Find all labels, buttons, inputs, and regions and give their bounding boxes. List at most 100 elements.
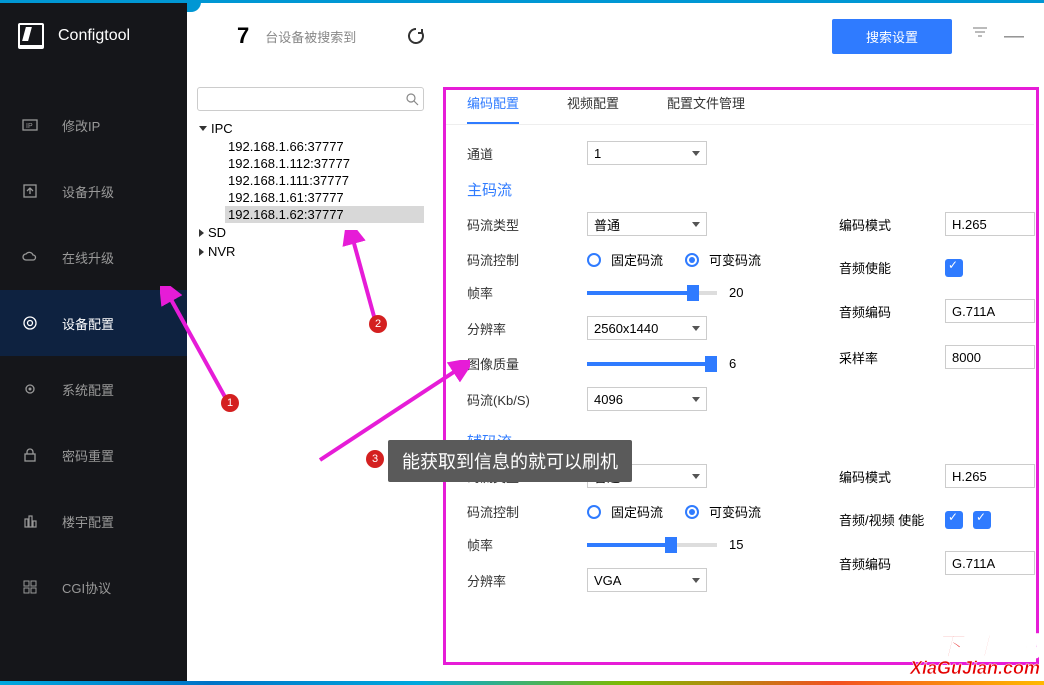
audio-enable-checkbox[interactable]: [945, 259, 963, 277]
nav-online-upgrade[interactable]: 在线升级: [0, 224, 187, 290]
channel-label: 通道: [467, 144, 587, 163]
lock-icon: [22, 447, 38, 463]
main-stream-title: 主码流: [467, 179, 1010, 200]
resolution-select[interactable]: 2560x1440: [587, 316, 707, 340]
refresh-button[interactable]: [406, 26, 426, 46]
tree-leaf[interactable]: 192.168.1.61:37777: [225, 189, 424, 206]
search-settings-button[interactable]: 搜索设置: [832, 19, 952, 54]
audio-enable-label: 音频使能: [839, 258, 945, 277]
fps-value: 20: [729, 285, 743, 300]
tree-search-input[interactable]: [202, 92, 405, 106]
watermark-line2: XiaGuJian.com: [910, 659, 1040, 677]
encode-mode-label: 编码模式: [839, 215, 945, 234]
minimize-icon[interactable]: —: [1004, 25, 1024, 48]
nav-label: 密码重置: [62, 446, 114, 465]
channel-select[interactable]: 1: [587, 141, 707, 165]
nav-label: 修改IP: [62, 116, 100, 135]
app-name: Configtool: [58, 27, 130, 45]
tree-node-ipc[interactable]: IPC: [197, 119, 424, 138]
config-panel: 编码配置 视频配置 配置文件管理 通道 1 主码流 码流类型 普通: [435, 73, 1044, 685]
channel-value: 1: [594, 146, 601, 161]
device-tree-panel: IPC 192.168.1.66:37777 192.168.1.112:377…: [187, 73, 435, 685]
device-count: 7: [237, 23, 249, 49]
nav-device-upgrade[interactable]: 设备升级: [0, 158, 187, 224]
topbar: 7 台设备被搜索到 搜索设置 —: [187, 0, 1044, 72]
nav-system-config[interactable]: 系统配置: [0, 356, 187, 422]
sub-av-checkbox-1[interactable]: [945, 511, 963, 529]
encode-mode-input[interactable]: H.265: [945, 212, 1035, 236]
sub-av-checkbox-2[interactable]: [973, 511, 991, 529]
sub-fixed-rate-radio[interactable]: [587, 505, 601, 519]
upgrade-icon: [22, 183, 38, 199]
tree-node-label: IPC: [211, 121, 233, 136]
gear-icon: [22, 381, 38, 397]
nav-label: CGI协议: [62, 578, 111, 597]
tree-leaf-selected[interactable]: 192.168.1.62:37777: [225, 206, 424, 223]
target-icon: [22, 315, 38, 331]
sub-resolution-select[interactable]: VGA: [587, 568, 707, 592]
variable-rate-radio[interactable]: [685, 253, 699, 267]
sub-variable-rate-radio[interactable]: [685, 505, 699, 519]
sidebar: Configtool IP 修改IP 设备升级 在线升级 设备配置: [0, 0, 187, 685]
chevron-right-icon: [199, 229, 204, 237]
device-tree: IPC 192.168.1.66:37777 192.168.1.112:377…: [197, 119, 424, 261]
resolution-label: 分辨率: [467, 319, 587, 338]
bitrate-select[interactable]: 4096: [587, 387, 707, 411]
audio-encode-label-sub: 音频编码: [839, 554, 945, 573]
tree-leaf[interactable]: 192.168.1.66:37777: [225, 138, 424, 155]
fps-slider[interactable]: [587, 291, 717, 295]
tree-node-sd[interactable]: SD: [197, 223, 424, 242]
nav-label: 系统配置: [62, 380, 114, 399]
annotation-badge-1: 1: [221, 394, 239, 412]
fixed-rate-radio[interactable]: [587, 253, 601, 267]
sample-rate-label: 采样率: [839, 348, 945, 367]
tree-search-box[interactable]: [197, 87, 424, 111]
sub-audio-encode-input[interactable]: G.711A: [945, 551, 1035, 575]
grid-icon: [22, 579, 38, 595]
nav-label: 设备配置: [62, 314, 114, 333]
chevron-down-icon: [199, 126, 207, 131]
fps-label-sub: 帧率: [467, 535, 587, 554]
device-count-label: 台设备被搜索到: [265, 27, 356, 46]
av-enable-label: 音频/视频 使能: [839, 510, 945, 529]
bitrate-control-label-sub: 码流控制: [467, 502, 587, 521]
building-icon: [22, 513, 38, 529]
tree-leaf[interactable]: 192.168.1.111:37777: [225, 172, 424, 189]
audio-encode-input[interactable]: G.711A: [945, 299, 1035, 323]
tree-node-nvr[interactable]: NVR: [197, 242, 424, 261]
stream-type-label: 码流类型: [467, 215, 587, 234]
quality-slider[interactable]: [587, 362, 717, 366]
stream-type-select[interactable]: 普通: [587, 212, 707, 236]
tree-leaf[interactable]: 192.168.1.112:37777: [225, 155, 424, 172]
sub-fps-value: 15: [729, 537, 743, 552]
quality-label: 图像质量: [467, 354, 587, 373]
content: IPC 192.168.1.66:37777 192.168.1.112:377…: [187, 72, 1044, 685]
annotation-badge-2: 2: [369, 315, 387, 333]
tab-video[interactable]: 视频配置: [567, 93, 619, 124]
nav-device-config[interactable]: 设备配置: [0, 290, 187, 356]
ip-icon: IP: [22, 117, 38, 133]
quality-value: 6: [729, 356, 736, 371]
watermark: 下固件网 XiaGuJian.com: [910, 633, 1040, 677]
watermark-line1: 下固件网: [910, 633, 1040, 659]
tree-node-label: SD: [208, 225, 226, 240]
audio-encode-label: 音频编码: [839, 302, 945, 321]
resolution-label-sub: 分辨率: [467, 571, 587, 590]
tree-node-label: NVR: [208, 244, 235, 259]
nav-password-reset[interactable]: 密码重置: [0, 422, 187, 488]
nav-cgi-protocol[interactable]: CGI协议: [0, 554, 187, 620]
nav-modify-ip[interactable]: IP 修改IP: [0, 92, 187, 158]
nav: IP 修改IP 设备升级 在线升级 设备配置 系统配置: [0, 92, 187, 620]
tab-encode[interactable]: 编码配置: [467, 93, 519, 124]
sample-rate-input[interactable]: 8000: [945, 345, 1035, 369]
sub-fps-slider[interactable]: [587, 543, 717, 547]
cloud-icon: [22, 249, 38, 265]
tab-profile[interactable]: 配置文件管理: [667, 93, 745, 124]
fps-label: 帧率: [467, 283, 587, 302]
dropdown-icon[interactable]: [972, 27, 988, 46]
logo: Configtool: [0, 0, 187, 72]
config-tabs: 编码配置 视频配置 配置文件管理: [443, 87, 1034, 125]
nav-building-config[interactable]: 楼宇配置: [0, 488, 187, 554]
sub-encode-mode-input[interactable]: H.265: [945, 464, 1035, 488]
bitrate-label: 码流(Kb/S): [467, 390, 587, 409]
